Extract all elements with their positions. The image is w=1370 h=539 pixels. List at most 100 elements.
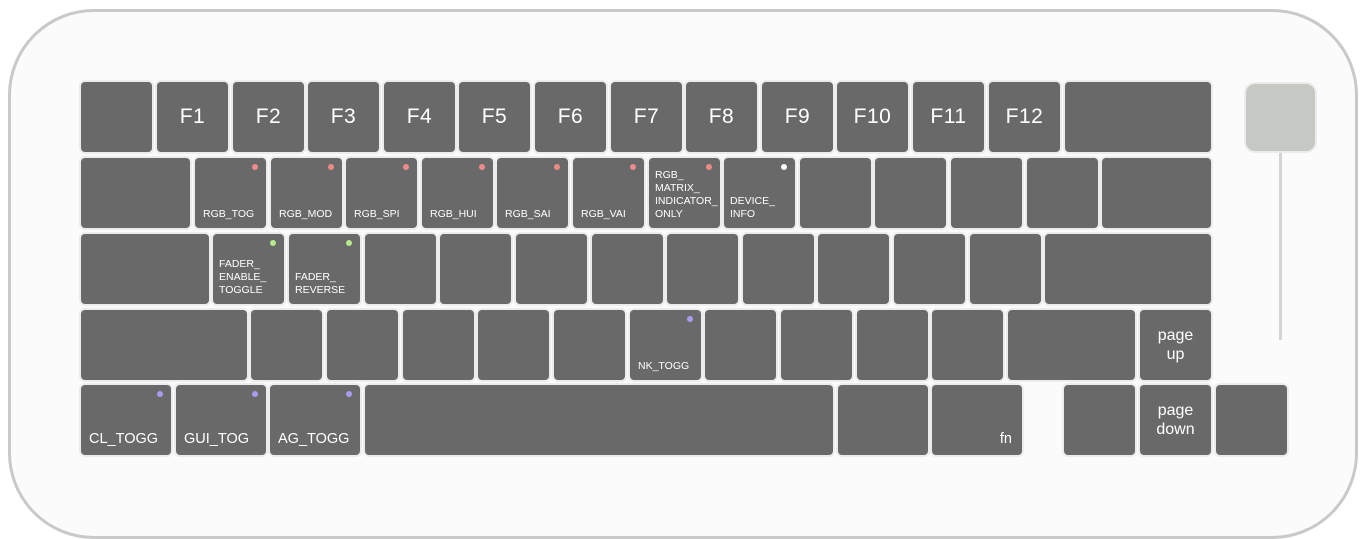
key-right-arrow[interactable] — [1216, 385, 1287, 455]
key-right-shift[interactable] — [1008, 310, 1135, 380]
key-f3[interactable]: F3 — [308, 82, 379, 152]
key-rgb-sai-label: RGB_SAI — [505, 208, 551, 220]
key-blank[interactable] — [932, 310, 1003, 380]
key-blank[interactable] — [857, 310, 928, 380]
key-blank[interactable] — [894, 234, 965, 304]
key-blank[interactable] — [554, 310, 625, 380]
key-page-down[interactable]: page down — [1140, 385, 1211, 455]
key-blank[interactable] — [875, 158, 946, 228]
key-blank[interactable] — [818, 234, 889, 304]
key-rgb-tog[interactable]: RGB_TOG — [195, 158, 266, 228]
key-f1[interactable]: F1 — [157, 82, 228, 152]
key-rgb-spi-label: RGB_SPI — [354, 208, 400, 220]
key-rgb-sai[interactable]: RGB_SAI — [497, 158, 568, 228]
key-left-shift[interactable] — [81, 310, 247, 380]
key-spacebar[interactable] — [365, 385, 833, 455]
key-f1-label: F1 — [179, 105, 206, 128]
key-fn[interactable]: fn — [932, 385, 1022, 455]
key-blank[interactable] — [800, 158, 871, 228]
indicator-dot — [403, 164, 409, 170]
key-f12[interactable]: F12 — [989, 82, 1060, 152]
key-f8-label: F8 — [708, 105, 735, 128]
key-blank[interactable] — [970, 234, 1041, 304]
key-fn-label: fn — [999, 431, 1012, 447]
key-blank[interactable] — [781, 310, 852, 380]
key-gui-tog[interactable]: GUI_TOG — [176, 385, 266, 455]
key-device-info-label: DEVICE_ INFO — [730, 195, 775, 220]
key-fader-enable-toggle[interactable]: FADER_ ENABLE_ TOGGLE — [213, 234, 284, 304]
key-left-arrow[interactable] — [1064, 385, 1135, 455]
key-rgb-matrix-indicator-only[interactable]: RGB_ MATRIX_ INDICATOR_ ONLY — [649, 158, 720, 228]
key-rgb-hui-label: RGB_HUI — [430, 208, 477, 220]
key-ag-togg[interactable]: AG_TOGG — [270, 385, 360, 455]
key-f7[interactable]: F7 — [611, 82, 682, 152]
key-backslash[interactable] — [1102, 158, 1211, 228]
indicator-dot — [157, 391, 163, 397]
key-blank[interactable] — [478, 310, 549, 380]
key-rgb-matrix-label: RGB_ MATRIX_ INDICATOR_ ONLY — [655, 169, 718, 220]
key-fader-reverse[interactable]: FADER_ REVERSE — [289, 234, 360, 304]
key-f10[interactable]: F10 — [837, 82, 908, 152]
key-blank[interactable] — [403, 310, 474, 380]
key-f5[interactable]: F5 — [459, 82, 530, 152]
key-f10-label: F10 — [853, 105, 892, 128]
key-cl-togg-label: CL_TOGG — [89, 431, 159, 447]
key-f11-label: F11 — [930, 105, 967, 128]
key-f12-label: F12 — [1005, 105, 1044, 128]
key-page-down-label: page down — [1156, 402, 1195, 438]
indicator-dot — [270, 240, 276, 246]
key-blank[interactable] — [365, 234, 436, 304]
key-device-info[interactable]: DEVICE_ INFO — [724, 158, 795, 228]
key-f6[interactable]: F6 — [535, 82, 606, 152]
key-nk-togg-label: NK_TOGG — [638, 360, 690, 372]
key-esc[interactable] — [81, 82, 152, 152]
key-rgb-hui[interactable]: RGB_HUI — [422, 158, 493, 228]
key-f6-label: F6 — [557, 105, 584, 128]
indicator-dot — [346, 240, 352, 246]
key-rgb-vai-label: RGB_VAI — [581, 208, 626, 220]
indicator-dot — [781, 164, 787, 170]
key-enter[interactable] — [1045, 234, 1211, 304]
key-right-alt[interactable] — [838, 385, 928, 455]
key-blank[interactable] — [516, 234, 587, 304]
key-f3-label: F3 — [330, 105, 357, 128]
key-ag-togg-label: AG_TOGG — [278, 431, 350, 447]
indicator-dot — [252, 391, 258, 397]
key-f4[interactable]: F4 — [384, 82, 455, 152]
key-rgb-mod-label: RGB_MOD — [279, 208, 333, 220]
key-cl-togg[interactable]: CL_TOGG — [81, 385, 171, 455]
key-rgb-mod[interactable]: RGB_MOD — [271, 158, 342, 228]
key-blank[interactable] — [592, 234, 663, 304]
indicator-dot — [328, 164, 334, 170]
key-caps[interactable] — [81, 234, 209, 304]
key-f7-label: F7 — [633, 105, 660, 128]
key-fader-enable-label: FADER_ ENABLE_ TOGGLE — [219, 258, 267, 296]
fader-track — [1279, 147, 1282, 340]
key-blank[interactable] — [440, 234, 511, 304]
key-rgb-vai[interactable]: RGB_VAI — [573, 158, 644, 228]
key-blank[interactable] — [951, 158, 1022, 228]
key-f2-label: F2 — [255, 105, 282, 128]
key-page-up[interactable]: page up — [1140, 310, 1211, 380]
key-f2[interactable]: F2 — [233, 82, 304, 152]
key-blank[interactable] — [1027, 158, 1098, 228]
key-f4-label: F4 — [406, 105, 433, 128]
key-f5-label: F5 — [481, 105, 508, 128]
key-rgb-spi[interactable]: RGB_SPI — [346, 158, 417, 228]
key-f11[interactable]: F11 — [913, 82, 984, 152]
key-f9[interactable]: F9 — [762, 82, 833, 152]
indicator-dot — [346, 391, 352, 397]
key-blank[interactable] — [705, 310, 776, 380]
key-blank[interactable] — [667, 234, 738, 304]
key-f8[interactable]: F8 — [686, 82, 757, 152]
key-backspace[interactable] — [1065, 82, 1211, 152]
key-tab[interactable] — [81, 158, 190, 228]
key-blank[interactable] — [743, 234, 814, 304]
key-blank[interactable] — [327, 310, 398, 380]
key-nk-togg[interactable]: NK_TOGG — [630, 310, 701, 380]
key-blank[interactable] — [251, 310, 322, 380]
key-f9-label: F9 — [784, 105, 811, 128]
fader-knob[interactable] — [1246, 84, 1315, 151]
indicator-dot — [687, 316, 693, 322]
indicator-dot — [252, 164, 258, 170]
